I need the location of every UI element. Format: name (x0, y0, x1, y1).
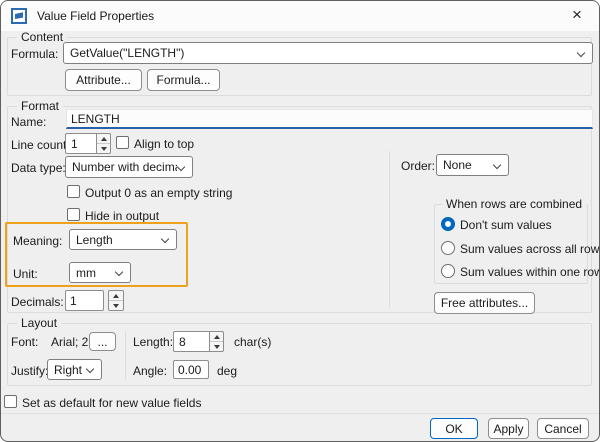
layout-vertical-divider (125, 331, 126, 380)
format-vertical-divider (389, 151, 390, 308)
justify-value: Right (54, 362, 83, 377)
arrow-down-icon (213, 344, 220, 349)
radio-sum-within-row-label: Sum values within one row (460, 265, 600, 279)
angle-unit-label: deg (217, 364, 238, 378)
chevron-down-icon (577, 49, 586, 58)
apply-button[interactable]: Apply (488, 418, 529, 439)
format-group-label: Format (17, 100, 64, 113)
footer-divider (1, 413, 599, 414)
chevron-down-icon (493, 161, 502, 170)
length-unit-label: char(s) (234, 335, 272, 349)
cancel-button[interactable]: Cancel (537, 418, 589, 439)
name-label: Name: (11, 115, 47, 129)
chevron-down-icon (115, 268, 124, 277)
app-icon (11, 8, 27, 24)
spin-up-button[interactable] (109, 291, 123, 300)
decimals-value: 1 (70, 293, 77, 308)
angle-label: Angle: (133, 364, 168, 378)
font-browse-button[interactable]: ... (89, 332, 116, 351)
formula-button[interactable]: Formula... (147, 69, 220, 91)
chevron-down-icon (177, 163, 186, 172)
chevron-down-icon (86, 365, 95, 374)
ok-button[interactable]: OK (430, 418, 478, 439)
hide-in-output-checkbox[interactable] (67, 208, 80, 221)
length-label: Length: (133, 335, 174, 349)
radio-sum-across-rows-label: Sum values across all rows (460, 242, 600, 256)
hide-in-output-label: Hide in output (85, 209, 160, 223)
angle-input[interactable]: 0.00 (173, 360, 209, 379)
arrow-down-icon (113, 303, 119, 308)
layout-group-label: Layout (17, 317, 62, 330)
arrow-up-icon (100, 136, 107, 141)
spin-down-button[interactable] (97, 143, 110, 153)
close-icon[interactable]: × (555, 1, 599, 31)
set-default-checkbox[interactable] (4, 395, 17, 408)
spin-up-button[interactable] (97, 134, 110, 143)
line-count-stepper[interactable]: 1 (65, 133, 111, 154)
value-field-properties-dialog: Value Field Properties × Content Formula… (0, 0, 600, 442)
radio-sum-within-row[interactable] (441, 264, 455, 278)
justify-combobox[interactable]: Right (47, 359, 102, 380)
data-type-value: Number with decimals (72, 160, 177, 174)
line-count-label: Line count (11, 138, 67, 152)
window-title: Value Field Properties (37, 9, 155, 23)
line-count-value: 1 (65, 133, 96, 154)
combine-group-label: When rows are combined (442, 198, 587, 211)
radio-sum-across-rows[interactable] (441, 241, 455, 255)
name-input[interactable]: LENGTH (66, 109, 593, 129)
align-to-top-label: Align to top (134, 137, 195, 151)
order-label: Order: (401, 159, 436, 173)
meaning-value: Length (76, 232, 113, 247)
free-attributes-button[interactable]: Free attributes... (434, 292, 535, 314)
formula-combobox[interactable]: GetValue("LENGTH") (63, 42, 593, 64)
spin-down-button[interactable] (109, 300, 123, 310)
data-type-combobox[interactable]: Number with decimals (65, 156, 193, 178)
decimals-label: Decimals: (11, 295, 64, 309)
order-value: None (443, 158, 472, 172)
length-stepper[interactable]: 8 (173, 331, 224, 352)
meaning-combobox[interactable]: Length (69, 229, 177, 250)
formula-label: Formula: (11, 47, 59, 61)
formula-value: GetValue("LENGTH") (70, 46, 185, 60)
data-type-label: Data type: (11, 161, 66, 175)
order-combobox[interactable]: None (436, 154, 509, 176)
length-value: 8 (173, 331, 209, 352)
meaning-label: Meaning: (13, 234, 63, 248)
justify-label: Justify: (11, 364, 49, 378)
radio-dont-sum-values[interactable] (441, 217, 455, 231)
chevron-down-icon (161, 235, 170, 244)
decimals-spin-buttons (108, 290, 124, 311)
length-spin-buttons (209, 331, 224, 352)
output-zero-label: Output 0 as an empty string (85, 186, 233, 200)
angle-value: 0.00 (178, 362, 202, 377)
set-default-label: Set as default for new value fields (22, 396, 202, 410)
unit-value: mm (76, 265, 96, 280)
line-count-spin-buttons (96, 133, 111, 154)
arrow-down-icon (100, 146, 107, 151)
unit-combobox[interactable]: mm (69, 262, 131, 283)
arrow-up-icon (213, 334, 220, 339)
font-value: Arial; 2 (51, 335, 89, 349)
title-bar: Value Field Properties × (1, 1, 599, 31)
attribute-button[interactable]: Attribute... (65, 69, 142, 91)
name-value: LENGTH (71, 111, 120, 126)
font-label: Font: (11, 335, 39, 349)
unit-label: Unit: (13, 267, 38, 281)
align-to-top-checkbox[interactable] (116, 136, 129, 149)
radio-dont-sum-values-label: Don't sum values (460, 218, 552, 232)
spin-up-button[interactable] (210, 332, 223, 341)
output-zero-checkbox[interactable] (67, 185, 80, 198)
content-group-label: Content (17, 31, 68, 44)
decimals-input[interactable]: 1 (65, 290, 104, 311)
spin-down-button[interactable] (210, 341, 223, 351)
arrow-up-icon (113, 293, 119, 298)
